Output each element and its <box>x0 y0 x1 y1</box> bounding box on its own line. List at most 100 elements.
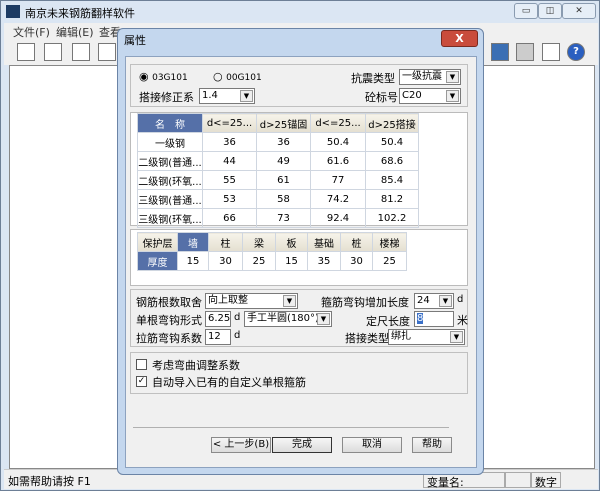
stirrup-hook-select[interactable]: 24 ▼ <box>414 293 454 309</box>
bend-adjust-label[interactable]: 考虑弯曲调整系数 <box>152 357 240 373</box>
cell[interactable]: 74.2 <box>310 189 366 209</box>
cell[interactable]: 25 <box>242 251 276 271</box>
col-header[interactable]: 楼梯 <box>372 232 407 252</box>
concrete-select[interactable]: C20 ▼ <box>399 88 461 104</box>
cell[interactable]: 61 <box>256 170 311 190</box>
col-header[interactable]: 墙 <box>177 232 209 252</box>
stirrup-hook-label: 箍筋弯钩增加长度 <box>321 296 409 309</box>
open-icon[interactable] <box>44 43 62 61</box>
app-title: 南京未来钢筋翻样软件 <box>25 7 135 20</box>
maximize-button[interactable]: ◫ <box>538 3 562 19</box>
auto-import-label[interactable]: 自动导入已有的自定义单根箍筋 <box>152 374 306 390</box>
help-icon[interactable]: ? <box>567 43 585 61</box>
fixed-length-input[interactable]: 8 <box>414 311 454 327</box>
auto-import-checkbox[interactable]: ✓ <box>136 376 147 387</box>
keyboard-icon[interactable] <box>516 43 534 61</box>
cell[interactable]: 66 <box>202 208 257 228</box>
col-header[interactable]: 保护层 <box>137 232 178 252</box>
cell[interactable]: 15 <box>275 251 308 271</box>
seismic-select[interactable]: 一级抗震 ▼ <box>399 69 461 85</box>
cell[interactable]: 三级钢(普通... <box>137 189 203 209</box>
close-button[interactable]: ✕ <box>562 3 596 19</box>
cancel-button[interactable]: 取消 <box>342 437 402 453</box>
options-group: 钢筋根数取舍 向上取整 ▼ 单根弯钩形式 6.25 d 手工半圆(180°) ▼ 拉… <box>130 289 468 347</box>
table-row: 二级钢(普通... 44 49 61.6 68.6 <box>137 151 419 171</box>
hook-form-num-input[interactable]: 6.25 <box>205 311 231 327</box>
cell[interactable]: 二级钢(普通... <box>137 151 203 171</box>
unit-d: d <box>457 294 464 305</box>
standard-group: ◉ 03G101 ○ 00G101 搭接修正系 1.4 ▼ 抗震类型 一级抗震 ▼ … <box>130 64 468 107</box>
calculator-icon[interactable] <box>491 43 509 61</box>
table-row: 厚度 15 30 25 15 35 30 25 <box>137 251 407 271</box>
cell[interactable]: 53 <box>202 189 257 209</box>
dialog-body: ◉ 03G101 ○ 00G101 搭接修正系 1.4 ▼ 抗震类型 一级抗震 ▼ … <box>125 56 477 468</box>
cell[interactable]: 50.4 <box>310 132 366 152</box>
lap-type-select[interactable]: 绑扎 ▼ <box>388 329 465 345</box>
col-header[interactable]: 柱 <box>208 232 243 252</box>
radio-03g101[interactable]: ◉ 03G101 <box>139 70 188 83</box>
export-icon[interactable] <box>98 43 116 61</box>
unit-m: 米 <box>457 314 468 327</box>
bend-adjust-checkbox[interactable] <box>136 359 147 370</box>
concrete-label: 砼标号 <box>365 91 398 104</box>
unit-d: d <box>234 330 241 341</box>
col-header[interactable]: 桩 <box>340 232 373 252</box>
minimize-button[interactable]: ▭ <box>514 3 538 19</box>
new-file-icon[interactable] <box>17 43 35 61</box>
hook-form-select[interactable]: 手工半圆(180°) ▼ <box>244 311 332 327</box>
cell[interactable]: 25 <box>372 251 407 271</box>
cell[interactable]: 81.2 <box>365 189 419 209</box>
rounding-select[interactable]: 向上取整 ▼ <box>205 293 298 309</box>
lap-factor-select[interactable]: 1.4 ▼ <box>199 88 255 104</box>
cell[interactable]: 68.6 <box>365 151 419 171</box>
help-button[interactable]: 帮助 <box>412 437 452 453</box>
cell[interactable]: 30 <box>208 251 243 271</box>
cell[interactable]: 55 <box>202 170 257 190</box>
cell[interactable]: 二级钢(环氧... <box>137 170 203 190</box>
cell[interactable]: 50.4 <box>365 132 419 152</box>
col-header[interactable]: 板 <box>275 232 308 252</box>
cell[interactable]: 15 <box>177 251 209 271</box>
col-header[interactable]: 梁 <box>242 232 276 252</box>
cell[interactable]: 58 <box>256 189 311 209</box>
col-header[interactable]: 基础 <box>307 232 341 252</box>
cell[interactable]: 44 <box>202 151 257 171</box>
col-header[interactable]: 名 称 <box>137 113 203 133</box>
book-icon[interactable] <box>542 43 560 61</box>
cell[interactable]: 92.4 <box>310 208 366 228</box>
cell[interactable]: 49 <box>256 151 311 171</box>
cell[interactable]: 85.4 <box>365 170 419 190</box>
col-header[interactable]: d<=25... <box>202 113 257 133</box>
cell[interactable]: 73 <box>256 208 311 228</box>
cell[interactable]: 61.6 <box>310 151 366 171</box>
cell[interactable]: 三级钢(环氧... <box>137 208 203 228</box>
col-header[interactable]: d<=25... <box>310 113 366 133</box>
cell[interactable]: 35 <box>307 251 341 271</box>
cover-table: 保护层 墙 柱 梁 板 基础 桩 楼梯 厚度 15 30 25 15 35 30… <box>137 232 407 271</box>
radio-00g101[interactable]: ○ 00G101 <box>213 70 262 83</box>
cell[interactable]: 厚度 <box>137 251 178 271</box>
cell[interactable]: 36 <box>202 132 257 152</box>
lap-type-label: 搭接类型 <box>345 332 389 345</box>
tie-hook-input[interactable]: 12 <box>205 329 231 345</box>
finish-button[interactable]: 完成 <box>272 437 332 453</box>
cell[interactable]: 30 <box>340 251 373 271</box>
import-icon[interactable] <box>72 43 90 61</box>
col-header[interactable]: d>25搭接 <box>365 113 419 133</box>
cell[interactable]: 36 <box>256 132 311 152</box>
col-header[interactable]: d>25锚固 <box>256 113 311 133</box>
status-blank <box>505 472 531 488</box>
hook-form-label: 单根弯钩形式 <box>136 314 202 327</box>
rounding-label: 钢筋根数取舍 <box>136 296 202 309</box>
app-icon <box>6 5 20 18</box>
table-row: 三级钢(环氧... 66 73 92.4 102.2 <box>137 208 419 228</box>
dialog-title: 属性 <box>124 34 146 47</box>
separator <box>133 427 449 428</box>
cell[interactable]: 77 <box>310 170 366 190</box>
status-num: 数字 <box>531 472 561 489</box>
back-button[interactable]: < 上一步(B) <box>211 437 271 453</box>
dialog-close-button[interactable]: X <box>441 30 478 47</box>
cell[interactable]: 102.2 <box>365 208 419 228</box>
cell[interactable]: 一级钢 <box>137 132 203 152</box>
lap-factor-label: 搭接修正系 <box>139 91 194 104</box>
